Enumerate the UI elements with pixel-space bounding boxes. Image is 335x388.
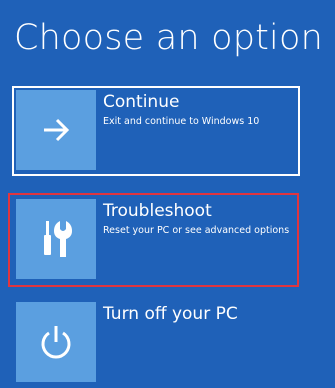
- screwdriver-wrench-icon: [44, 221, 72, 257]
- turn-off-label: Turn off your PC: [103, 304, 238, 324]
- continue-option[interactable]: Continue Exit and continue to Windows 10: [12, 86, 300, 176]
- power-icon: [41, 326, 71, 359]
- page-title: Choose an option: [14, 18, 323, 58]
- troubleshoot-description: Reset your PC or see advanced options: [103, 225, 290, 236]
- arrow-right-icon: [44, 118, 70, 142]
- troubleshoot-tile[interactable]: [16, 199, 96, 279]
- troubleshoot-label: Troubleshoot: [103, 201, 212, 221]
- continue-label: Continue: [103, 92, 180, 112]
- troubleshoot-option[interactable]: Troubleshoot Reset your PC or see advanc…: [12, 195, 300, 285]
- continue-tile[interactable]: [16, 90, 96, 170]
- turn-off-option[interactable]: Turn off your PC: [12, 298, 300, 388]
- continue-description: Exit and continue to Windows 10: [103, 116, 260, 127]
- turn-off-tile[interactable]: [16, 302, 96, 382]
